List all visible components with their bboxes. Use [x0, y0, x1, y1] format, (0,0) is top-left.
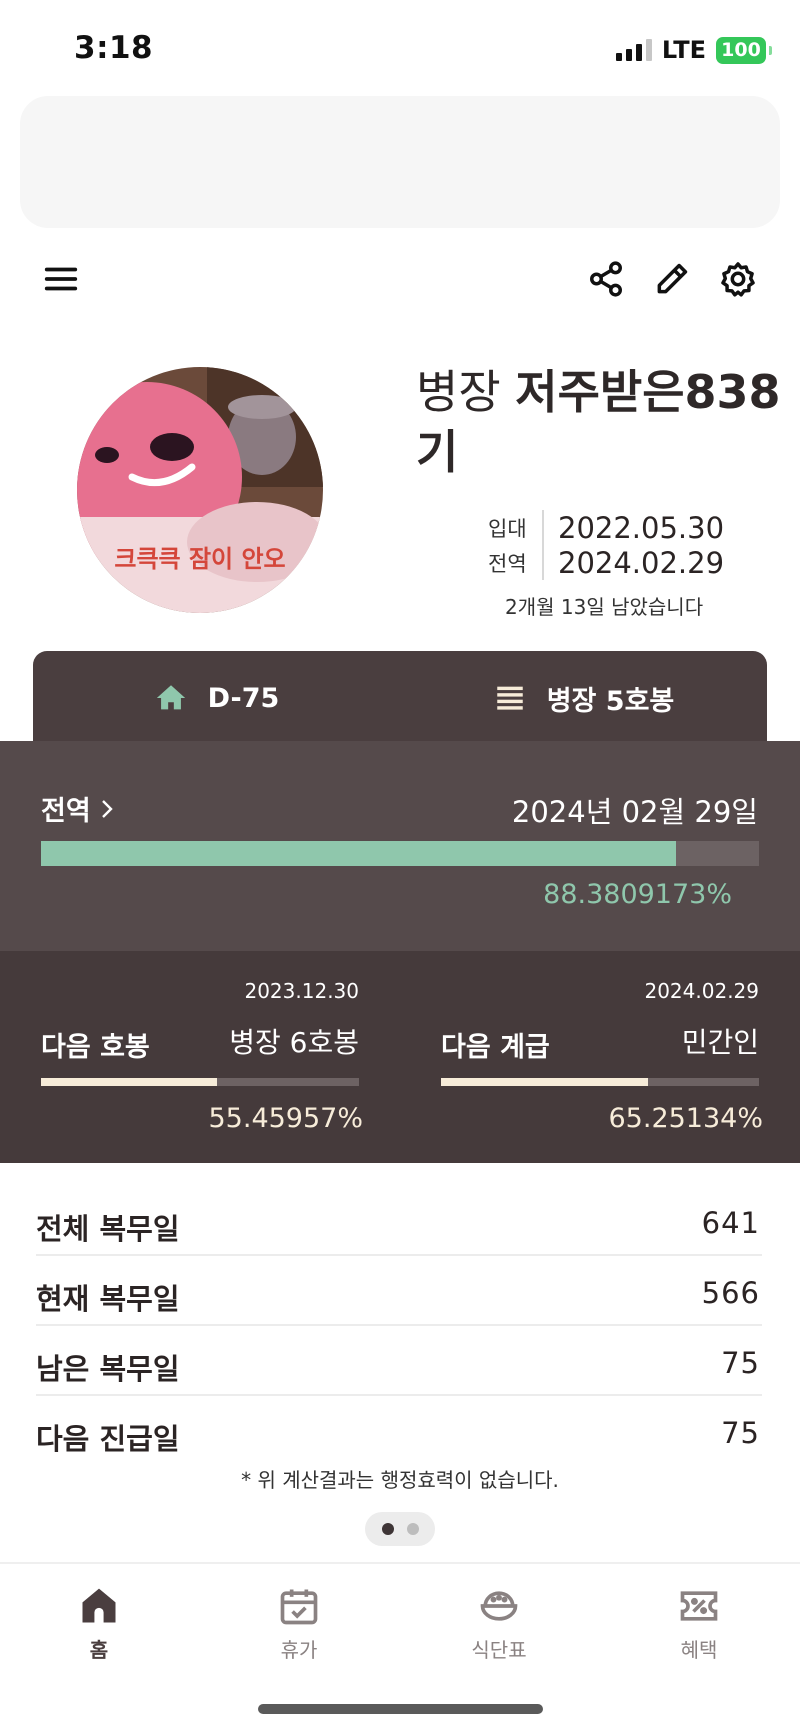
next-pay-percent: 55.45957%: [208, 1103, 364, 1134]
stat-label: 전체 복무일: [36, 1212, 180, 1246]
chevron-right-icon: [101, 799, 113, 818]
page-indicator[interactable]: [365, 1512, 435, 1546]
discharge-label: 전역: [488, 551, 527, 576]
stat-value: 566: [701, 1276, 760, 1310]
next-pay-label: 다음 호봉: [41, 1032, 150, 1063]
tab-pay-grade-label: 병장 5호봉: [546, 685, 675, 717]
stat-value: 75: [721, 1346, 760, 1380]
next-rank-percent: 65.25134%: [608, 1103, 764, 1134]
stat-row: 전체 복무일 641: [36, 1186, 762, 1256]
nav-menu[interactable]: 식단표: [439, 1584, 559, 1663]
discharge-row: 전역 2024.02.29: [488, 545, 724, 580]
home-icon: [156, 685, 185, 710]
enlist-date: 2022.05.30: [558, 510, 725, 545]
service-dates: 입대 2022.05.30 전역 2024.02.29: [488, 510, 724, 580]
next-rank-target: 민간인: [681, 1026, 759, 1059]
next-rank-date: 2024.02.29: [644, 979, 759, 1003]
nav-menu-label: 식단표: [471, 1638, 527, 1662]
stat-row: 현재 복무일 566: [36, 1256, 762, 1326]
coupon-icon: [680, 1591, 718, 1621]
list-icon: [496, 686, 523, 710]
status-time: 3:18: [74, 30, 154, 66]
network-type: LTE: [661, 36, 706, 64]
next-rank-progress-bar: [441, 1078, 759, 1086]
divider: [542, 510, 544, 545]
discharge-link[interactable]: 전역: [41, 789, 115, 828]
tab-dday[interactable]: D-75: [33, 651, 400, 745]
share-icon[interactable]: [583, 256, 629, 302]
nav-benefits[interactable]: 혜택: [639, 1584, 759, 1663]
disclaimer: * 위 계산결과는 행정효력이 없습니다.: [241, 1468, 559, 1492]
discharge-date: 2024.02.29: [558, 545, 725, 580]
page-dot-1[interactable]: [381, 1523, 394, 1535]
remaining-text: 2개월 13일 남았습니다: [505, 595, 704, 619]
tab-pay-grade[interactable]: 병장 5호봉: [400, 651, 767, 745]
avatar[interactable]: 크큭큭 잠이 안오: [77, 367, 323, 613]
stat-label: 남은 복무일: [36, 1352, 180, 1386]
signal-icon: [615, 39, 652, 61]
next-pay-progress-bar: [41, 1078, 359, 1086]
next-pay-grade: 2023.12.30 다음 호봉 병장 6호봉 55.45957%: [41, 977, 363, 1137]
stat-value: 641: [701, 1206, 760, 1240]
pencil-icon[interactable]: [649, 256, 695, 302]
next-pay-date: 2023.12.30: [244, 979, 359, 1003]
nav-benefits-label: 혜택: [680, 1638, 718, 1662]
battery-icon: 100: [716, 36, 772, 64]
toolbar: [0, 250, 800, 310]
nav-vacation[interactable]: 휴가: [239, 1584, 359, 1663]
nav-vacation-label: 휴가: [280, 1638, 318, 1662]
home-indicator[interactable]: [258, 1704, 543, 1714]
discharge-percent: 88.3809173%: [543, 879, 732, 910]
next-progress-section: 2023.12.30 다음 호봉 병장 6호봉 55.45957% 2024.0…: [0, 951, 800, 1163]
user-title: 병장 저주받은838기: [416, 362, 796, 482]
nav-home[interactable]: 홈: [39, 1584, 159, 1663]
divider: [542, 545, 544, 580]
next-rank: 2024.02.29 다음 계급 민간인 65.25134%: [441, 977, 763, 1137]
stat-row: 다음 진급일 75: [36, 1396, 762, 1466]
gear-icon[interactable]: [715, 256, 761, 302]
next-rank-progress-fill: [441, 1078, 649, 1086]
discharge-progress-section: 전역 2024년 02월 29일 88.3809173%: [0, 741, 800, 951]
discharge-date-text: 2024년 02월 29일: [511, 795, 758, 829]
next-pay-target: 병장 6호봉: [229, 1026, 359, 1059]
next-rank-label: 다음 계급: [441, 1032, 550, 1063]
discharge-progress-bar: [41, 841, 759, 866]
tab-dday-label: D-75: [207, 682, 280, 714]
next-pay-progress-fill: [41, 1078, 218, 1086]
nav-home-label: 홈: [89, 1638, 109, 1662]
discharge-progress-fill: [41, 841, 676, 866]
status-indicators: LTE 100: [615, 36, 772, 64]
service-stats: 전체 복무일 641 현재 복무일 566 남은 복무일 75 다음 진급일 7…: [36, 1186, 762, 1466]
status-bar: 3:18 LTE 100: [0, 0, 800, 96]
svg-text:크큭큭 잠이 안오: 크큭큭 잠이 안오: [114, 545, 285, 573]
rice-bowl-icon: [480, 1591, 518, 1621]
ad-banner[interactable]: [20, 96, 780, 228]
rank-label: 병장: [416, 365, 501, 419]
discharge-title: 전역: [41, 796, 91, 827]
stat-value: 75: [721, 1416, 760, 1450]
summary-tabs: D-75 병장 5호봉: [33, 651, 767, 745]
enlist-label: 입대: [488, 516, 527, 541]
stat-label: 현재 복무일: [36, 1282, 180, 1316]
page-dot-2[interactable]: [406, 1523, 419, 1535]
home-icon: [82, 1588, 116, 1623]
enlist-row: 입대 2022.05.30: [488, 510, 724, 545]
menu-icon[interactable]: [38, 256, 84, 302]
calendar-icon: [280, 1589, 318, 1625]
stat-row: 남은 복무일 75: [36, 1326, 762, 1396]
stat-label: 다음 진급일: [36, 1422, 180, 1456]
